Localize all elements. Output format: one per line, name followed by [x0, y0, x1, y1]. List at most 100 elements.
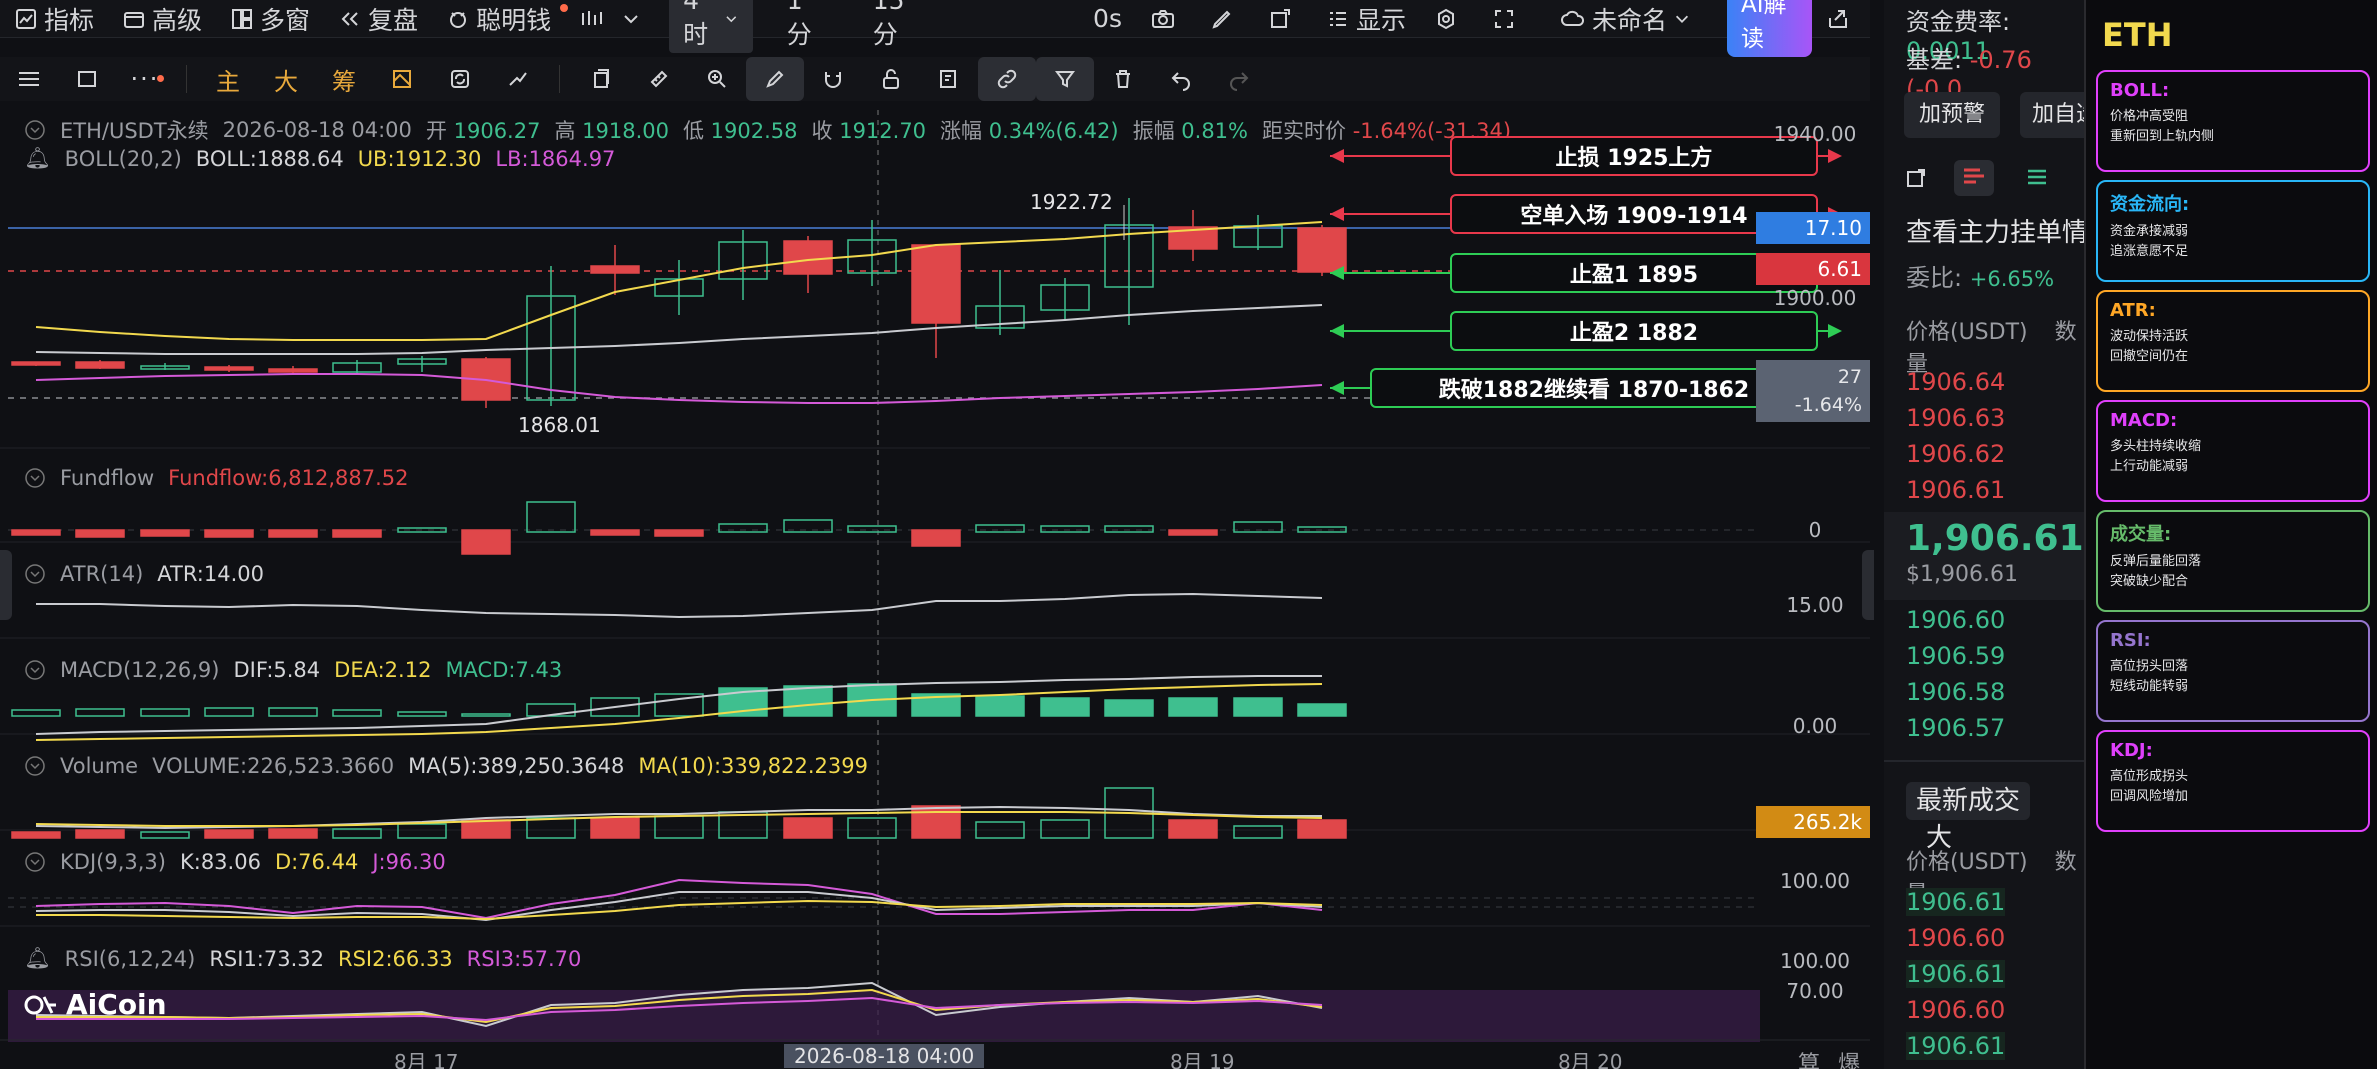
take-profit-2-label[interactable]: 止盈2 1882: [1450, 311, 1818, 351]
popout-icon[interactable]: [1904, 166, 1928, 194]
fullscreen-button[interactable]: [1478, 0, 1536, 38]
menu-button[interactable]: [0, 57, 58, 101]
macd-bar: [204, 707, 254, 717]
settings-button[interactable]: [1420, 0, 1478, 38]
multiwindow-button[interactable]: 多窗: [216, 0, 324, 38]
magnet-button[interactable]: [804, 57, 862, 101]
trade-row: 1906.60: [1906, 996, 2006, 1024]
ask-row[interactable]: 1906.62: [1906, 440, 2005, 468]
replay-button[interactable]: 复盘: [324, 0, 432, 38]
filter-button[interactable]: [1036, 57, 1094, 101]
collapse-icon[interactable]: [24, 467, 46, 489]
bell-icon[interactable]: 🔔︎: [24, 946, 51, 971]
smart-money-button[interactable]: 聪明钱: [432, 0, 569, 38]
bid-row[interactable]: 1906.60: [1906, 606, 2005, 634]
display-button[interactable]: 显示: [1312, 0, 1420, 38]
timeframe-selector[interactable]: 4时: [669, 0, 753, 53]
breakdown-label[interactable]: 跌破1882继续看 1870-1862: [1370, 368, 1818, 408]
screenshot-button[interactable]: [1136, 0, 1196, 38]
delete-button[interactable]: [1094, 57, 1152, 101]
trades-tab[interactable]: 最新成交: [1906, 782, 2031, 820]
timeframe-1m[interactable]: 1分: [761, 0, 847, 51]
analysis-card[interactable]: MACD: 多头柱持续收缩 上行动能减弱: [2096, 400, 2370, 502]
volume-bar: [75, 829, 125, 839]
price-tag-grey-line1: 27: [1837, 366, 1862, 388]
bell-icon[interactable]: 🔔︎: [24, 146, 51, 171]
list-view-icon[interactable]: [2024, 166, 2050, 194]
analysis-card-line: 回调风险增加: [2110, 789, 2189, 804]
lock-button[interactable]: [862, 57, 920, 101]
more-tools-button[interactable]: ···: [116, 57, 174, 101]
main-chart-toggle[interactable]: 主: [199, 57, 257, 101]
top-toolbar: 指标 高级 多窗 复盘 聪明钱 4时 1分 15分 0s 显示 未命名 AI解读: [0, 0, 1870, 57]
bars-style-button[interactable]: [565, 0, 661, 38]
left-collapse-handle[interactable]: [0, 550, 12, 620]
trade-row: 1906.61: [1906, 960, 2006, 988]
collapse-icon[interactable]: [24, 563, 46, 585]
analysis-card[interactable]: BOLL: 价格冲高受阻 重新回到上轨内侧: [2096, 70, 2370, 172]
right-collapse-handle[interactable]: [1862, 550, 1874, 620]
link-button[interactable]: [978, 57, 1036, 101]
volume-value: VOLUME:226,523.3660: [152, 754, 395, 778]
ask-row[interactable]: 1906.63: [1906, 404, 2005, 432]
close-label: 收: [811, 119, 833, 143]
low-marker: 1868.01: [518, 413, 601, 437]
rect-tool-button[interactable]: [58, 57, 116, 101]
redo-button[interactable]: [1210, 57, 1268, 101]
copy-button[interactable]: [572, 57, 630, 101]
collapse-icon[interactable]: [24, 851, 46, 873]
pencil-icon: [1212, 10, 1231, 29]
kdj-legend: KDJ(9,3,3) K:83.06 D:76.44 J:96.30: [24, 850, 446, 874]
chevron-down-icon: [1675, 15, 1689, 23]
zoom-button[interactable]: [688, 57, 746, 101]
bid-row[interactable]: 1906.57: [1906, 714, 2005, 742]
fundflow-name: Fundflow: [60, 466, 155, 490]
bid-row[interactable]: 1906.58: [1906, 678, 2005, 706]
ruler-button[interactable]: [630, 57, 688, 101]
orderbook-view-icon[interactable]: [1954, 160, 1994, 196]
liquidation-tool[interactable]: 爆: [1838, 1046, 1860, 1069]
big-orders-toggle[interactable]: 大: [257, 57, 315, 101]
brush-tool-button[interactable]: [746, 57, 804, 101]
calc-tool[interactable]: 算: [1798, 1046, 1820, 1069]
chart-area[interactable]: ETH/USDT永续 2026-08-18 04:00 开 1906.27 高 …: [0, 110, 1874, 1069]
price-tag-blue: 17.10: [1756, 212, 1870, 244]
draw-button[interactable]: [1196, 0, 1254, 38]
display-label: 显示: [1355, 5, 1406, 35]
fundflow-bar: [590, 529, 640, 536]
indicators-button[interactable]: 指标: [0, 0, 108, 38]
sync-button[interactable]: [431, 57, 489, 101]
ask-row[interactable]: 1906.64: [1906, 368, 2005, 396]
undo-button[interactable]: [1152, 57, 1210, 101]
big-orders-link[interactable]: 查看主力挂单情: [1906, 212, 2088, 249]
timeframe-selected: 4时: [683, 0, 709, 49]
add-alert-button[interactable]: 加预警: [1904, 92, 2000, 138]
advanced-label: 高级: [152, 5, 203, 35]
analysis-card[interactable]: 资金流向: 资金承接减弱 追涨意愿不足: [2096, 180, 2370, 282]
collapse-icon[interactable]: [24, 659, 46, 681]
advanced-button[interactable]: 高级: [108, 0, 216, 38]
analysis-card[interactable]: 成交量: 反弹后量能回落 突破缺少配合: [2096, 510, 2370, 612]
new-window-button[interactable]: [1254, 0, 1312, 38]
analysis-card-line: 波动保持活跃: [2110, 329, 2189, 344]
last-price: 1,906.61: [1906, 518, 2084, 559]
analysis-card[interactable]: KDJ: 高位形成拐头 回调风险增加: [2096, 730, 2370, 832]
brand-text: AiCoin: [66, 988, 167, 1021]
analysis-card[interactable]: RSI: 高位拐头回落 短线动能转弱: [2096, 620, 2370, 722]
analysis-card[interactable]: ATR: 波动保持活跃 回撤空间仍在: [2096, 290, 2370, 392]
orderbook-panel: 资金费率: 0.0011 基差: -0.76 (-0.0 加预警 加自选 查看主…: [1884, 0, 2100, 1069]
chip-toggle[interactable]: 筹: [315, 57, 373, 101]
collapse-icon[interactable]: [24, 119, 46, 141]
ai-interpret-button[interactable]: AI解读: [1727, 0, 1812, 57]
bid-row[interactable]: 1906.59: [1906, 642, 2005, 670]
timeframe-15m[interactable]: 15分: [847, 0, 946, 51]
collapse-icon[interactable]: [24, 755, 46, 777]
line-tool-button[interactable]: [489, 57, 547, 101]
share-button[interactable]: [1812, 0, 1870, 38]
heatmap-toggle[interactable]: [373, 57, 431, 101]
low-label: 低: [682, 119, 704, 143]
layout-name-dropdown[interactable]: 未命名: [1546, 0, 1711, 38]
edit-button[interactable]: [920, 57, 978, 101]
ask-row[interactable]: 1906.61: [1906, 476, 2005, 504]
volume-name: Volume: [60, 754, 139, 778]
